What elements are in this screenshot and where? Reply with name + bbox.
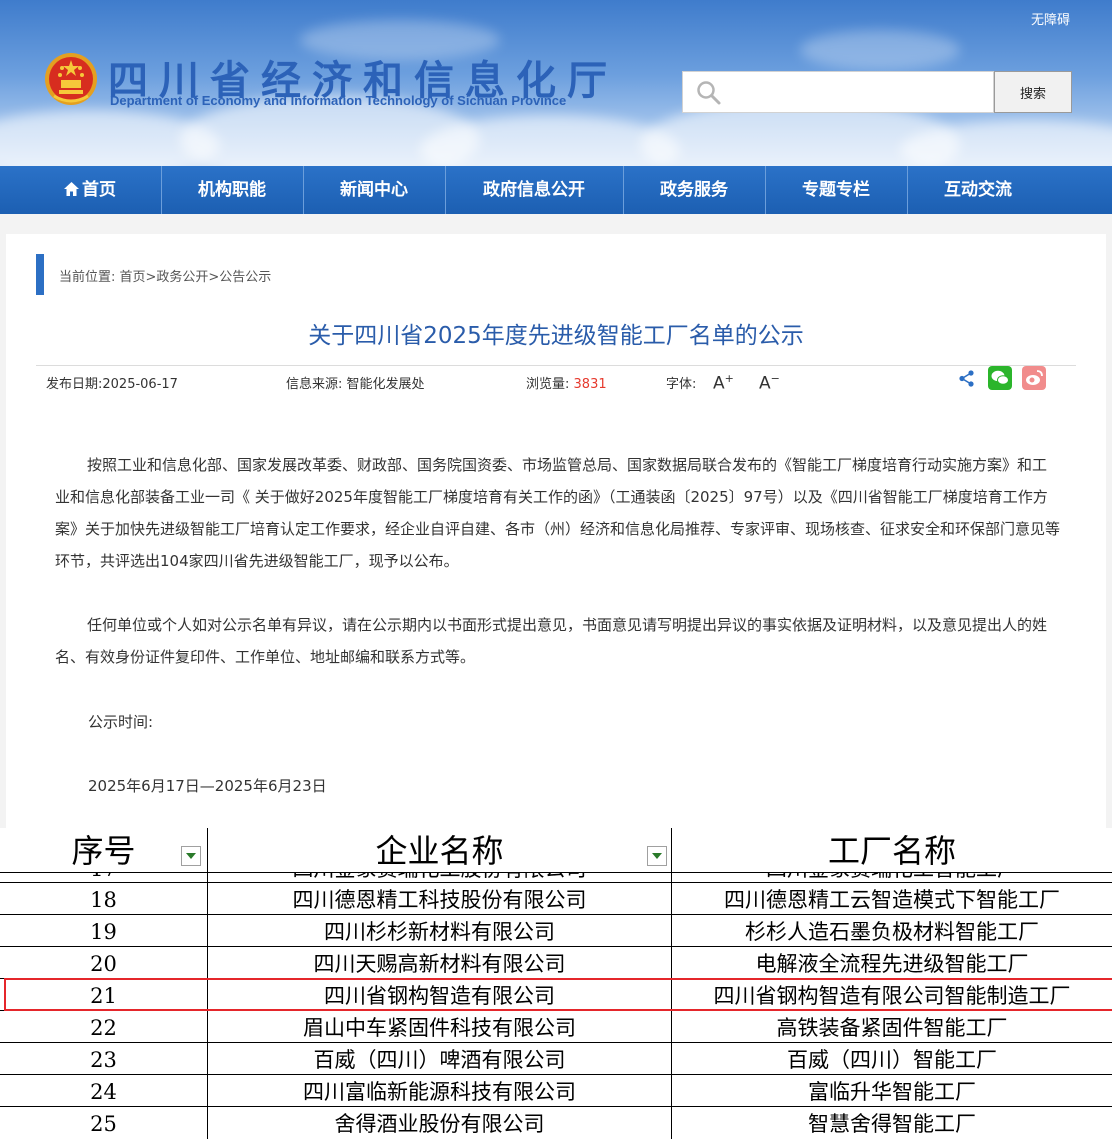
nav-item-home[interactable]: 首页: [20, 166, 160, 214]
cell-no: 20: [90, 952, 117, 976]
search-input[interactable]: [728, 76, 990, 110]
font-increase-glyph: A: [713, 373, 725, 394]
table-row: 24 四川富临新能源科技有限公司 富临升华智能工厂: [0, 1075, 1112, 1107]
table-row: 19 四川杉杉新材料有限公司 杉杉人造石墨负极材料智能工厂: [0, 915, 1112, 947]
period-value: 2025年6月17日—2025年6月23日: [88, 777, 327, 795]
font-increase-button[interactable]: A+: [713, 372, 734, 394]
site-title-english: Department of Economy and Information Te…: [110, 93, 567, 108]
table-row: 20 四川天赐高新材料有限公司 电解液全流程先进级智能工厂: [0, 947, 1112, 979]
cell-no: 25: [90, 1112, 117, 1136]
nav-item-topics[interactable]: 专题专栏: [766, 166, 906, 214]
column-header-no: 序号: [71, 832, 136, 870]
publish-date: 发布日期:2025-06-17: [46, 377, 178, 392]
font-increase-sup: +: [724, 372, 734, 385]
cell-no: 23: [90, 1048, 117, 1072]
view-count-value: 3831: [573, 377, 607, 392]
font-decrease-glyph: A: [759, 373, 771, 394]
table-row: 17 四川金象赛瑞化工股份有限公司 四川金象赛瑞化工智能工厂: [0, 872, 1112, 882]
breadcrumb-marker: [36, 254, 44, 295]
cell-factory: 百威（四川）智能工厂: [787, 1048, 997, 1072]
article-title: 关于四川省2025年度先进级智能工厂名单的公示: [308, 323, 804, 349]
article-paragraph: 任何单位或个人如对公示名单有异议，请在公示期内以书面形式提出意见，书面意见请写明…: [55, 616, 1048, 666]
cell-company: 四川富临新能源科技有限公司: [303, 1080, 576, 1104]
accessibility-link[interactable]: 无障碍: [1031, 9, 1070, 28]
nav-item-organization[interactable]: 机构职能: [162, 166, 302, 214]
share-icon[interactable]: [958, 370, 975, 387]
cell-company: 百威（四川）啤酒有限公司: [313, 1048, 566, 1072]
nav-label: 首页: [82, 180, 116, 200]
info-source: 信息来源: 智能化发展处: [286, 377, 425, 392]
divider: [36, 365, 1076, 366]
table-row: 18 四川德恩精工科技股份有限公司 四川德恩精工云智造模式下智能工厂: [0, 883, 1112, 915]
cell-no: 18: [90, 888, 117, 912]
home-icon: [64, 182, 79, 196]
cell-factory: 四川金象赛瑞化工智能工厂: [672, 872, 1112, 882]
cell-company: 眉山中车紧固件科技有限公司: [303, 1016, 576, 1040]
breadcrumb: 当前位置: 首页>政务公开>公告公示: [59, 270, 272, 285]
cell-company: 四川杉杉新材料有限公司: [324, 920, 555, 944]
table-row: 23 百威（四川）啤酒有限公司 百威（四川）智能工厂: [0, 1043, 1112, 1075]
cell-factory: 杉杉人造石墨负极材料智能工厂: [745, 920, 1039, 944]
cell-no: 24: [90, 1080, 117, 1104]
national-emblem-logo: [45, 53, 97, 105]
search-button[interactable]: 搜索: [994, 71, 1072, 113]
view-count: 浏览量: 3831: [526, 373, 607, 392]
font-decrease-sup: −: [770, 372, 780, 385]
view-count-label: 浏览量:: [526, 377, 570, 392]
main-nav: 首页 机构职能 新闻中心 政府信息公开 政务服务 专题专栏 互动交流: [0, 166, 1112, 214]
cell-factory: 智慧舍得智能工厂: [808, 1112, 976, 1136]
nav-item-news[interactable]: 新闻中心: [304, 166, 444, 214]
period-label: 公示时间:: [88, 713, 154, 731]
nav-item-gov-info[interactable]: 政府信息公开: [446, 166, 622, 214]
cell-company: 四川金象赛瑞化工股份有限公司: [208, 872, 671, 882]
filter-dropdown-button[interactable]: [181, 846, 201, 866]
cell-company: 四川天赐高新材料有限公司: [313, 952, 566, 976]
cell-factory: 电解液全流程先进级智能工厂: [755, 952, 1029, 976]
highlight-box: [4, 978, 1112, 1011]
font-decrease-button[interactable]: A−: [759, 372, 780, 394]
cell-factory: 四川德恩精工云智造模式下智能工厂: [724, 888, 1060, 912]
table-row: 22 眉山中车紧固件科技有限公司 高铁装备紧固件智能工厂: [0, 1011, 1112, 1043]
cell-factory: 富临升华智能工厂: [808, 1080, 976, 1104]
nav-item-services[interactable]: 政务服务: [624, 166, 764, 214]
cell-no: 19: [90, 920, 117, 944]
column-header-company: 企业名称: [375, 832, 504, 870]
column-header-factory: 工厂名称: [827, 832, 956, 870]
article-paragraph: 按照工业和信息化部、国家发展改革委、财政部、国务院国资委、市场监管总局、国家数据…: [55, 456, 1061, 570]
table-row: 25 舍得酒业股份有限公司 智慧舍得智能工厂: [0, 1107, 1112, 1139]
cell-company: 四川德恩精工科技股份有限公司: [292, 888, 587, 912]
cell-company: 舍得酒业股份有限公司: [334, 1112, 545, 1136]
weibo-icon[interactable]: [1022, 366, 1046, 390]
font-size-label: 字体:: [666, 377, 697, 392]
nav-item-interaction[interactable]: 互动交流: [908, 166, 1048, 214]
cell-factory: 高铁装备紧固件智能工厂: [776, 1016, 1008, 1040]
wechat-icon[interactable]: [988, 366, 1012, 390]
search-icon: [697, 81, 721, 105]
filter-dropdown-button[interactable]: [647, 846, 667, 866]
cell-no: 17: [0, 872, 207, 882]
cell-no: 22: [90, 1016, 117, 1040]
